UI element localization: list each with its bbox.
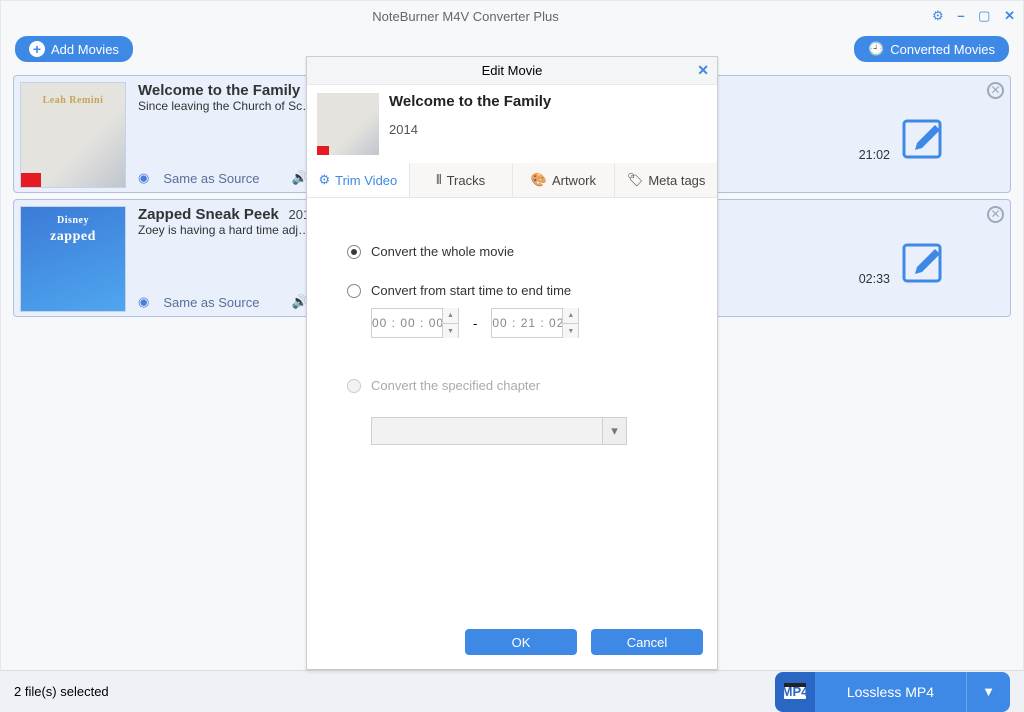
window-controls: ⚙ – ▢ ✕: [922, 8, 1015, 24]
end-time-input[interactable]: 00 : 21 : 02 ▲ ▼: [491, 308, 579, 338]
movie-title: Welcome to the Family: [138, 82, 300, 99]
spinner-up-icon[interactable]: ▲: [442, 308, 458, 323]
edit-movie-button[interactable]: [899, 113, 949, 166]
add-movies-label: Add Movies: [51, 42, 119, 57]
output-format-selector[interactable]: MP4 Lossless MP4 ▼: [775, 672, 1010, 712]
dialog-close-button[interactable]: ✕: [697, 62, 709, 79]
svg-text:MP4: MP4: [782, 684, 808, 699]
radio-icon: [347, 379, 361, 393]
movie-thumbnail: Leah Remini: [20, 82, 126, 188]
converted-movies-label: Converted Movies: [890, 42, 995, 57]
dialog-header: Edit Movie ✕: [307, 57, 717, 85]
minimize-icon[interactable]: –: [957, 8, 964, 23]
cancel-button[interactable]: Cancel: [591, 629, 703, 655]
format-label: Lossless MP4: [815, 672, 966, 712]
movie-thumbnail: Disney zapped: [20, 206, 126, 312]
time-range-inputs: 00 : 00 : 00 ▲ ▼ - 00 : 21 : 02 ▲ ▼: [371, 308, 677, 338]
spinner-down-icon[interactable]: ▼: [562, 323, 578, 338]
dialog-buttons: OK Cancel: [465, 629, 703, 655]
movie-title: Zapped Sneak Peek: [138, 206, 279, 223]
dialog-movie-year: 2014: [389, 122, 551, 137]
output-setting: Same as Source: [163, 295, 259, 310]
ok-button[interactable]: OK: [465, 629, 577, 655]
option-whole-movie[interactable]: Convert the whole movie: [347, 244, 677, 259]
edit-movie-dialog: Edit Movie ✕ Welcome to the Family 2014 …: [306, 56, 718, 670]
tab-label: Meta tags: [648, 173, 705, 188]
dialog-movie-title: Welcome to the Family: [389, 93, 551, 110]
gear-icon: ⚙: [318, 172, 330, 188]
maximize-icon[interactable]: ▢: [978, 8, 990, 23]
spinner-down-icon[interactable]: ▼: [442, 323, 458, 338]
add-movies-button[interactable]: + Add Movies: [15, 36, 133, 62]
converted-movies-button[interactable]: 🕘 Converted Movies: [854, 36, 1009, 62]
disc-icon: ◉: [138, 294, 149, 310]
dialog-body: Convert the whole movie Convert from sta…: [307, 198, 717, 467]
selection-status: 2 file(s) selected: [14, 684, 109, 699]
tag-icon: 🏷: [627, 172, 644, 188]
tab-label: Tracks: [447, 173, 486, 188]
format-dropdown-arrow[interactable]: ▼: [966, 672, 1010, 712]
close-window-icon[interactable]: ✕: [1004, 8, 1015, 23]
tab-label: Trim Video: [335, 173, 397, 188]
start-time-input[interactable]: 00 : 00 : 00 ▲ ▼: [371, 308, 459, 338]
settings-icon[interactable]: ⚙: [932, 8, 944, 23]
palette-icon: 🎨: [531, 172, 547, 188]
clock-icon: 🕘: [868, 41, 884, 57]
tab-meta-tags[interactable]: 🏷 Meta tags: [615, 163, 717, 197]
spinner-up-icon[interactable]: ▲: [562, 308, 578, 323]
tab-trim-video[interactable]: ⚙ Trim Video: [307, 163, 410, 197]
remove-movie-button[interactable]: ✕: [987, 206, 1004, 223]
output-setting: Same as Source: [163, 171, 259, 186]
tab-tracks[interactable]: ⫴ Tracks: [410, 163, 513, 197]
dialog-tabs: ⚙ Trim Video ⫴ Tracks 🎨 Artwork 🏷 Meta t…: [307, 163, 717, 198]
end-time-value: 00 : 21 : 02: [492, 316, 562, 330]
movie-duration: 02:33: [859, 272, 890, 286]
app-title: NoteBurner M4V Converter Plus: [9, 9, 922, 24]
option-time-range[interactable]: Convert from start time to end time: [347, 283, 677, 298]
format-icon: MP4: [775, 672, 815, 712]
chapter-select: ▾: [371, 417, 627, 445]
footer: 2 file(s) selected MP4 Lossless MP4 ▼: [0, 670, 1024, 712]
plus-icon: +: [29, 41, 45, 57]
title-bar: NoteBurner M4V Converter Plus ⚙ – ▢ ✕: [1, 1, 1023, 31]
chevron-down-icon: ▾: [602, 418, 626, 444]
start-time-value: 00 : 00 : 00: [372, 316, 442, 330]
card-actions: ✕: [844, 82, 1004, 186]
waveform-icon: ⫴: [436, 172, 441, 188]
dialog-title: Edit Movie: [482, 63, 543, 78]
tab-label: Artwork: [552, 173, 596, 188]
disc-icon: ◉: [138, 170, 149, 186]
thumb-text: Disney: [57, 215, 89, 226]
time-separator: -: [473, 316, 477, 331]
chapter-select-value: [372, 418, 602, 444]
card-actions: ✕: [844, 206, 1004, 310]
radio-icon: [347, 245, 361, 259]
edit-movie-button[interactable]: [899, 237, 949, 290]
radio-icon: [347, 284, 361, 298]
movie-duration: 21:02: [859, 148, 890, 162]
remove-movie-button[interactable]: ✕: [987, 82, 1004, 99]
thumb-text: Leah Remini: [43, 95, 104, 106]
tab-artwork[interactable]: 🎨 Artwork: [513, 163, 616, 197]
option-label: Convert the whole movie: [371, 244, 514, 259]
option-chapter: Convert the specified chapter: [347, 378, 677, 393]
option-label: Convert from start time to end time: [371, 283, 571, 298]
option-label: Convert the specified chapter: [371, 378, 540, 393]
dialog-thumbnail: [317, 93, 379, 155]
dialog-movie-info: Welcome to the Family 2014: [307, 85, 717, 163]
